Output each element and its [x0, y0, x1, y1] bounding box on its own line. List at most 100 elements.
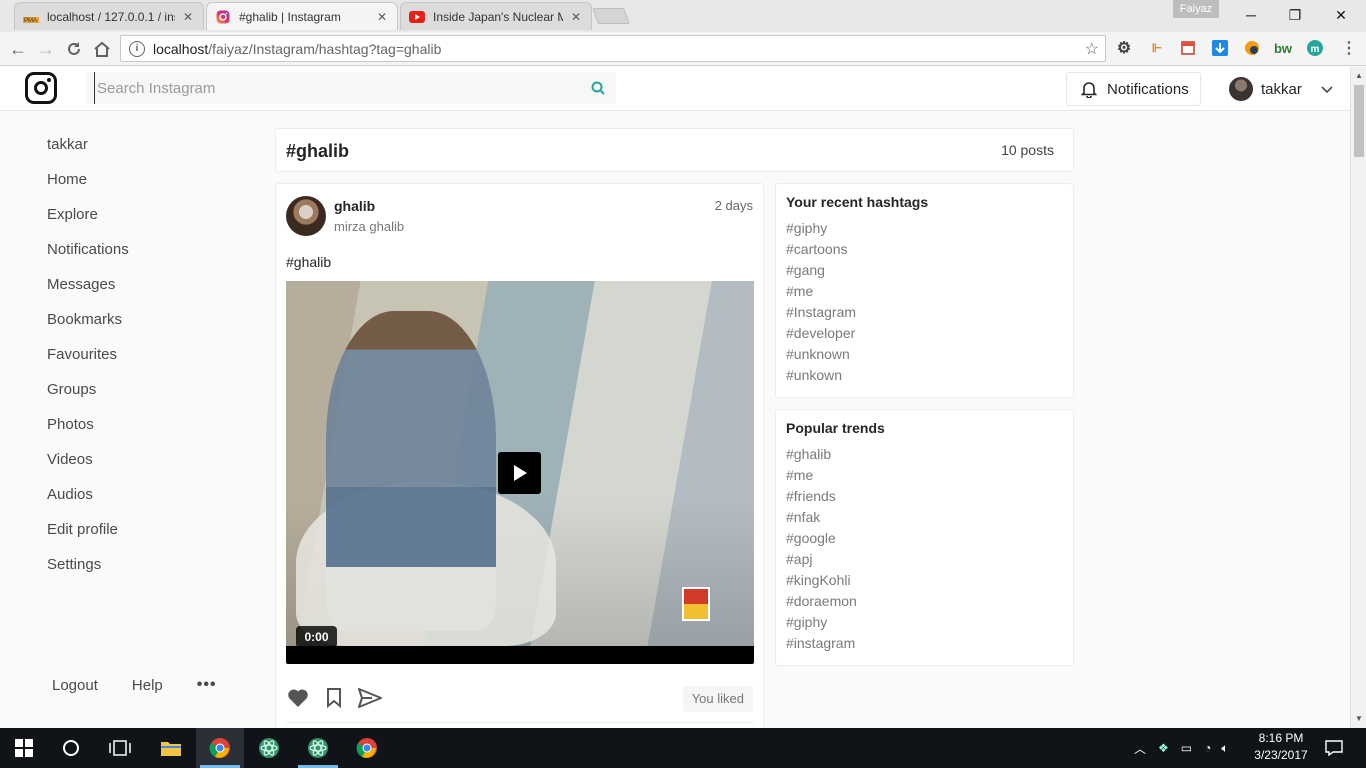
windows-start-icon[interactable]: [10, 734, 38, 762]
heart-icon[interactable]: [286, 686, 310, 710]
window-close-icon[interactable]: ✕: [1318, 0, 1364, 30]
sidebar-item-audios[interactable]: Audios: [47, 480, 227, 515]
screenshot-extension-icon[interactable]: [1179, 39, 1197, 57]
share-send-icon[interactable]: [358, 686, 382, 710]
atom-editor-icon[interactable]: [255, 734, 283, 762]
tray-expand-icon[interactable]: ︿: [1134, 740, 1146, 757]
trend-hashtag-link[interactable]: #doraemon: [786, 593, 1063, 614]
new-tab-button[interactable]: [592, 8, 630, 24]
battery-icon[interactable]: ▭: [1181, 741, 1192, 755]
wifi-icon[interactable]: ◔: [1204, 741, 1211, 755]
volume-icon[interactable]: 🔈︎: [1221, 741, 1228, 756]
back-arrow-icon[interactable]: ←: [6, 37, 30, 61]
trend-hashtag-link[interactable]: #kingKohli: [786, 572, 1063, 593]
scroll-thumb[interactable]: [1354, 85, 1364, 157]
browser-profile-chip[interactable]: Faiyaz: [1173, 0, 1219, 18]
divider: [286, 722, 754, 723]
recent-hashtag-link[interactable]: #Instagram: [786, 304, 1063, 325]
home-icon[interactable]: [90, 37, 114, 61]
sidebar-item-edit-profile[interactable]: Edit profile: [47, 515, 227, 550]
download-extension-icon[interactable]: [1211, 39, 1229, 57]
chrome-taskbar-icon[interactable]: [353, 734, 381, 762]
bw-extension-icon[interactable]: bw: [1274, 39, 1292, 57]
user-menu[interactable]: takkar: [1229, 75, 1334, 103]
action-center-icon[interactable]: [1320, 734, 1348, 762]
more-options-icon[interactable]: •••: [197, 676, 217, 694]
chrome-taskbar-icon[interactable]: [206, 734, 234, 762]
help-link[interactable]: Help: [132, 677, 163, 694]
trend-hashtag-link[interactable]: #apj: [786, 551, 1063, 572]
chevron-down-icon: [1321, 86, 1333, 94]
sidebar-item-settings[interactable]: Settings: [47, 550, 227, 585]
bookmark-icon[interactable]: [322, 686, 346, 710]
recent-hashtag-link[interactable]: #cartoons: [786, 241, 1063, 262]
address-bar[interactable]: i localhost/faiyaz/Instagram/hashtag?tag…: [120, 35, 1106, 62]
taskbar-clock[interactable]: 8:16 PM 3/23/2017: [1252, 730, 1310, 764]
restore-icon[interactable]: ❐: [1272, 0, 1318, 30]
close-icon[interactable]: ✕: [569, 10, 583, 24]
bookmark-star-icon[interactable]: ☆: [1085, 39, 1099, 59]
sidebar-item-videos[interactable]: Videos: [47, 445, 227, 480]
recent-hashtag-link[interactable]: #developer: [786, 325, 1063, 346]
atom-editor-icon[interactable]: [304, 734, 332, 762]
cortana-search-icon[interactable]: [57, 734, 85, 762]
sidebar-item-notifications[interactable]: Notifications: [47, 235, 227, 270]
recent-hashtag-link[interactable]: #giphy: [786, 220, 1063, 241]
notifications-label: Notifications: [1107, 80, 1189, 98]
m-extension-icon[interactable]: m: [1306, 39, 1324, 57]
recent-hashtag-link[interactable]: #unknown: [786, 346, 1063, 367]
trend-hashtag-link[interactable]: #friends: [786, 488, 1063, 509]
trend-hashtag-link[interactable]: #instagram: [786, 635, 1063, 656]
recent-hashtag-link[interactable]: #gang: [786, 262, 1063, 283]
search-icon[interactable]: [590, 80, 606, 96]
post-caption-hashtag[interactable]: #ghalib: [286, 254, 331, 270]
svg-text:PMA: PMA: [24, 18, 37, 23]
search-input[interactable]: [94, 72, 574, 104]
close-icon[interactable]: ✕: [375, 10, 389, 24]
trend-hashtag-link[interactable]: #me: [786, 467, 1063, 488]
clock-date: 3/23/2017: [1254, 748, 1308, 762]
minimize-icon[interactable]: ─: [1228, 0, 1274, 30]
sidebar-item-messages[interactable]: Messages: [47, 270, 227, 305]
site-info-icon[interactable]: i: [129, 40, 145, 57]
post-video[interactable]: 0:00: [286, 281, 754, 664]
scroll-up-arrow-icon[interactable]: ▲: [1355, 71, 1363, 80]
play-button[interactable]: [498, 452, 541, 494]
instagram-logo-icon[interactable]: [25, 72, 57, 104]
sidebar-item-groups[interactable]: Groups: [47, 375, 227, 410]
avatar[interactable]: [286, 196, 326, 236]
settings-extension-icon[interactable]: ⚙: [1115, 39, 1133, 57]
sidebar-item-profile[interactable]: takkar: [47, 130, 227, 165]
scroll-down-arrow-icon[interactable]: ▼: [1355, 714, 1363, 723]
post-username[interactable]: ghalib: [334, 198, 375, 214]
forward-arrow-icon[interactable]: →: [34, 37, 58, 61]
page-scrollbar[interactable]: ▲ ▼: [1350, 67, 1366, 728]
video-time: 0:00: [296, 626, 337, 648]
sidebar-item-home[interactable]: Home: [47, 165, 227, 200]
orange-extension-icon[interactable]: [1243, 39, 1261, 57]
recent-hashtag-link[interactable]: #unkown: [786, 367, 1063, 388]
trend-hashtag-link[interactable]: #nfak: [786, 509, 1063, 530]
browser-tab-phpmyadmin[interactable]: PMA localhost / 127.0.0.1 / ins ✕: [14, 2, 204, 30]
system-tray: ︿ ❖ ▭ ◔ 🔈︎: [1134, 728, 1229, 768]
task-view-icon[interactable]: [106, 734, 134, 762]
browser-tab-instagram[interactable]: #ghalib | Instagram ✕: [206, 2, 398, 30]
chrome-menu-icon[interactable]: ⋮: [1340, 39, 1358, 57]
sidebar-item-favourites[interactable]: Favourites: [47, 340, 227, 375]
browser-tab-youtube[interactable]: Inside Japan's Nuclear M ✕: [400, 2, 592, 30]
bookmark-extension-icon[interactable]: ⊩: [1148, 39, 1166, 57]
close-icon[interactable]: ✕: [181, 10, 195, 24]
reload-icon[interactable]: [62, 37, 86, 61]
dropbox-icon[interactable]: ❖: [1158, 741, 1169, 755]
recent-hashtags-title: Your recent hashtags: [786, 194, 929, 210]
logout-link[interactable]: Logout: [52, 677, 98, 694]
sidebar-item-bookmarks[interactable]: Bookmarks: [47, 305, 227, 340]
trend-hashtag-link[interactable]: #google: [786, 530, 1063, 551]
trend-hashtag-link[interactable]: #giphy: [786, 614, 1063, 635]
file-explorer-icon[interactable]: [157, 734, 185, 762]
trend-hashtag-link[interactable]: #ghalib: [786, 446, 1063, 467]
recent-hashtag-link[interactable]: #me: [786, 283, 1063, 304]
sidebar-item-explore[interactable]: Explore: [47, 200, 227, 235]
notifications-button[interactable]: Notifications: [1066, 72, 1201, 106]
sidebar-item-photos[interactable]: Photos: [47, 410, 227, 445]
